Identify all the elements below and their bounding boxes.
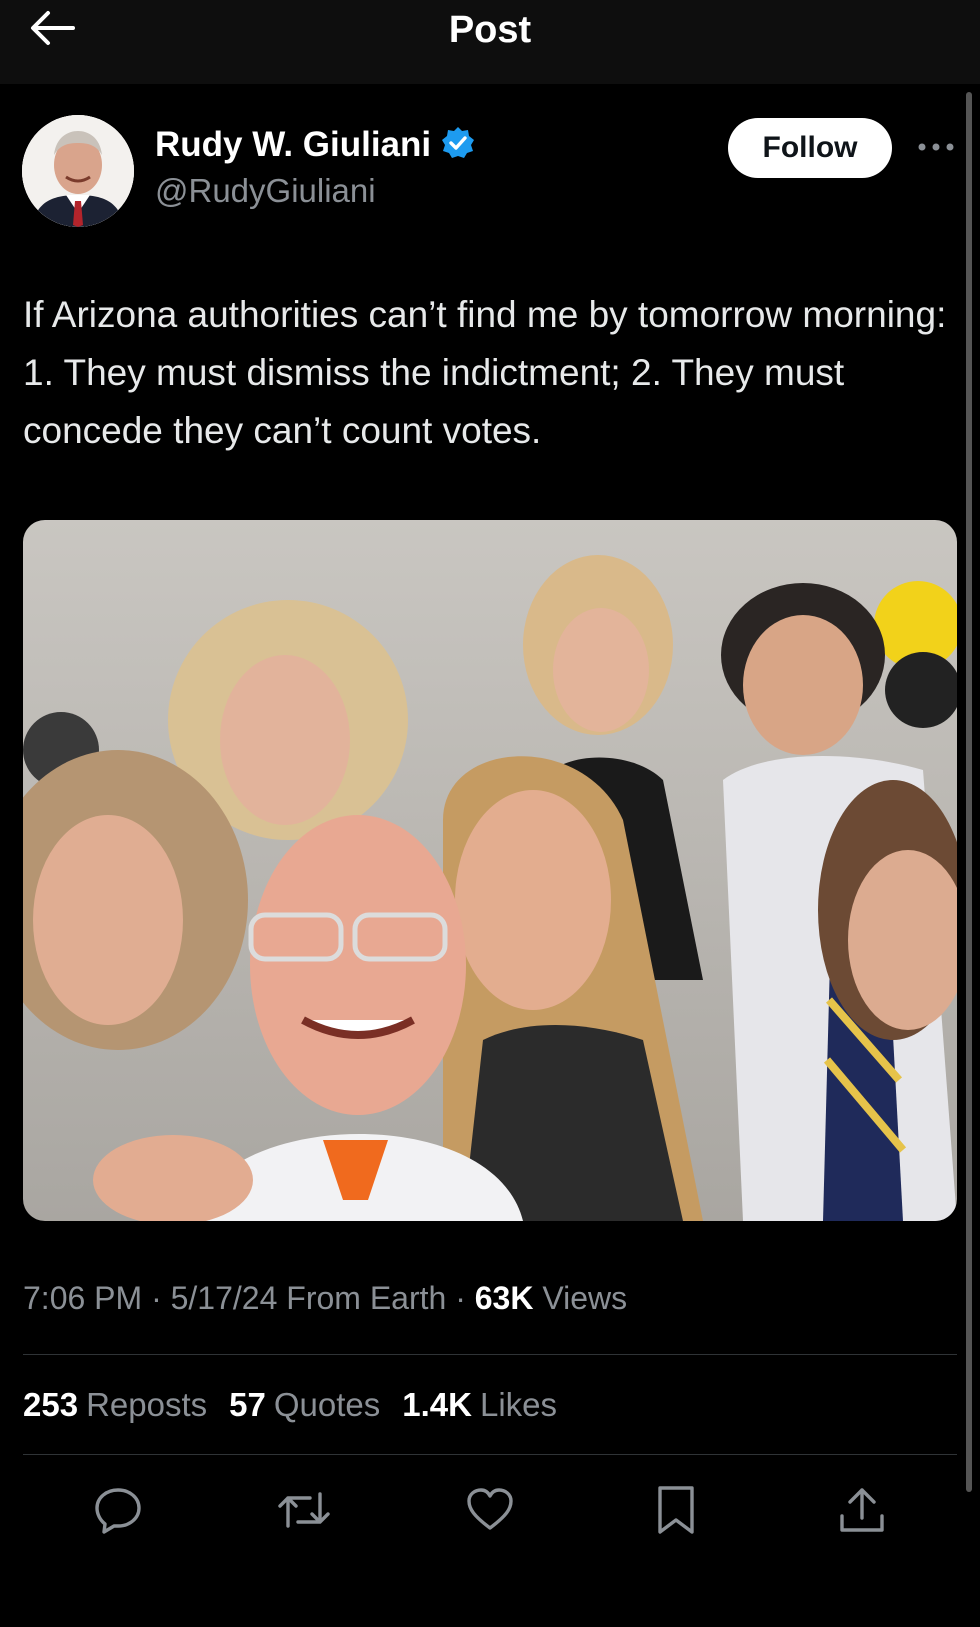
like-button[interactable] [458, 1480, 522, 1544]
page-title: Post [448, 9, 532, 51]
meta-separator: · [446, 1280, 475, 1316]
stat-reposts[interactable]: 253 Reposts [23, 1386, 207, 1424]
stat-likes[interactable]: 1.4K Likes [402, 1386, 557, 1424]
like-icon [464, 1484, 516, 1541]
avatar[interactable] [22, 115, 134, 227]
author-name: Rudy W. Giuliani [155, 125, 432, 164]
author-handle[interactable]: @RudyGiuliani [155, 172, 376, 210]
author-name-row[interactable]: Rudy W. Giuliani [155, 125, 475, 165]
divider [23, 1454, 957, 1455]
more-button[interactable] [912, 128, 960, 168]
quotes-count: 57 [229, 1386, 266, 1423]
action-bar [0, 1480, 980, 1544]
top-bar: Post [0, 0, 980, 84]
views-count: 63K [474, 1280, 534, 1316]
likes-label: Likes [479, 1386, 558, 1423]
tweet-meta: 7:06 PM · 5/17/24 From Earth · 63K Views [23, 1280, 627, 1317]
bookmark-icon [654, 1484, 698, 1541]
bookmark-button[interactable] [644, 1480, 708, 1544]
quotes-label: Quotes [273, 1386, 381, 1423]
meta-separator: · [142, 1280, 171, 1316]
tweet-photo[interactable] [23, 520, 957, 1221]
tweet-text: If Arizona authorities can’t find me by … [23, 294, 947, 451]
follow-button[interactable]: Follow [728, 118, 892, 178]
stat-quotes[interactable]: 57 Quotes [229, 1386, 380, 1424]
scrollbar[interactable] [966, 92, 972, 1492]
tweet-date[interactable]: 5/17/24 [171, 1280, 278, 1316]
reposts-count: 253 [23, 1386, 79, 1423]
more-horizontal-icon [916, 139, 956, 157]
likes-count: 1.4K [402, 1386, 472, 1423]
repost-icon [276, 1484, 332, 1541]
share-button[interactable] [830, 1480, 894, 1544]
verified-badge-icon [441, 126, 475, 165]
share-icon [836, 1484, 888, 1541]
reply-button[interactable] [86, 1480, 150, 1544]
views-label: Views [533, 1280, 628, 1316]
reposts-label: Reposts [86, 1386, 208, 1423]
tweet-stats: 253 Reposts 57 Quotes 1.4K Likes [23, 1386, 557, 1424]
reply-icon [92, 1484, 144, 1541]
tweet-time[interactable]: 7:06 PM [23, 1280, 142, 1316]
repost-button[interactable] [272, 1480, 336, 1544]
tweet-source: From Earth [277, 1280, 447, 1316]
divider [23, 1354, 957, 1355]
